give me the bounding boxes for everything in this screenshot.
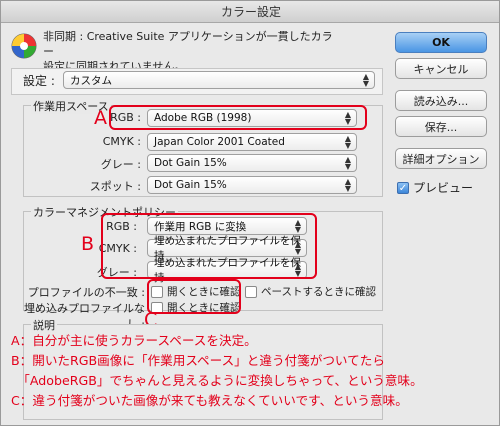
ask-when-pasting-checkbox[interactable] [245, 285, 257, 298]
annotation-note-a: A：自分が主に使うカラースペースを決定。 [11, 333, 257, 348]
settings-label: 設定 : [23, 74, 55, 88]
ws-spot-select[interactable]: Dot Gain 15% ▲ ▼ [147, 176, 357, 194]
load-button[interactable]: 読み込み... [395, 90, 487, 111]
color-settings-dialog: カラー設定 非同期 : Creative Suite アプリケーションが一貫した… [0, 0, 500, 426]
advanced-options-button[interactable]: 詳細オプション [395, 148, 487, 169]
cancel-button[interactable]: キャンセル [395, 58, 487, 79]
select-arrows-icon: ▲ ▼ [362, 72, 369, 88]
ws-cmyk-select[interactable]: Japan Color 2001 Coated ▲ ▼ [147, 133, 357, 151]
annotation-note-c: C：違う付箋がついた画像が来ても教えなくていいです、という意味。 [11, 393, 408, 408]
ws-gray-label: グレー : [100, 158, 141, 171]
ws-gray-value: Dot Gain 15% [154, 157, 227, 169]
annotation-box-a [109, 105, 367, 130]
sync-status-line1: 非同期 : Creative Suite アプリケーションが一貫したカラー [43, 30, 333, 58]
ws-gray-select[interactable]: Dot Gain 15% ▲ ▼ [147, 154, 357, 172]
ask-when-pasting-label: ペーストするときに確認 [261, 286, 376, 298]
annotation-note-b2: 「AdobeRGB」でちゃんと見えるように変換しちゃって、という意味。 [11, 373, 423, 388]
annotation-letter-b: B [81, 233, 95, 255]
save-button[interactable]: 保存... [395, 116, 487, 137]
window-titlebar: カラー設定 [1, 1, 499, 23]
annotation-box-c [147, 279, 241, 314]
color-wheel-icon [11, 33, 37, 59]
ws-spot-value: Dot Gain 15% [154, 179, 227, 191]
annotation-note-b1: B：開いたRGB画像に「作業用スペース」と違う付箋がついてたら [11, 353, 385, 368]
annotation-box-b [101, 213, 317, 279]
select-arrows-icon: ▲ ▼ [344, 134, 351, 150]
profile-mismatch-label: プロファイルの不一致 : [27, 286, 145, 299]
ask-when-pasting-option[interactable]: ペーストするときに確認 [245, 284, 376, 299]
ws-spot-label: スポット : [89, 180, 141, 193]
settings-select-value: カスタム [70, 74, 112, 87]
ws-cmyk-value: Japan Color 2001 Coated [154, 136, 285, 148]
ok-button[interactable]: OK [395, 32, 487, 53]
settings-select[interactable]: カスタム ▲ ▼ [63, 71, 375, 89]
select-arrows-icon: ▲ ▼ [344, 155, 351, 171]
preview-checkbox[interactable]: ✓ [397, 181, 409, 194]
annotation-letter-a: A [94, 107, 107, 129]
select-arrows-icon: ▲ ▼ [344, 177, 351, 193]
ws-cmyk-label: CMYK : [102, 135, 141, 148]
preview-option[interactable]: ✓ プレビュー [397, 179, 473, 196]
window-title: カラー設定 [220, 5, 281, 19]
preview-label: プレビュー [413, 181, 474, 195]
